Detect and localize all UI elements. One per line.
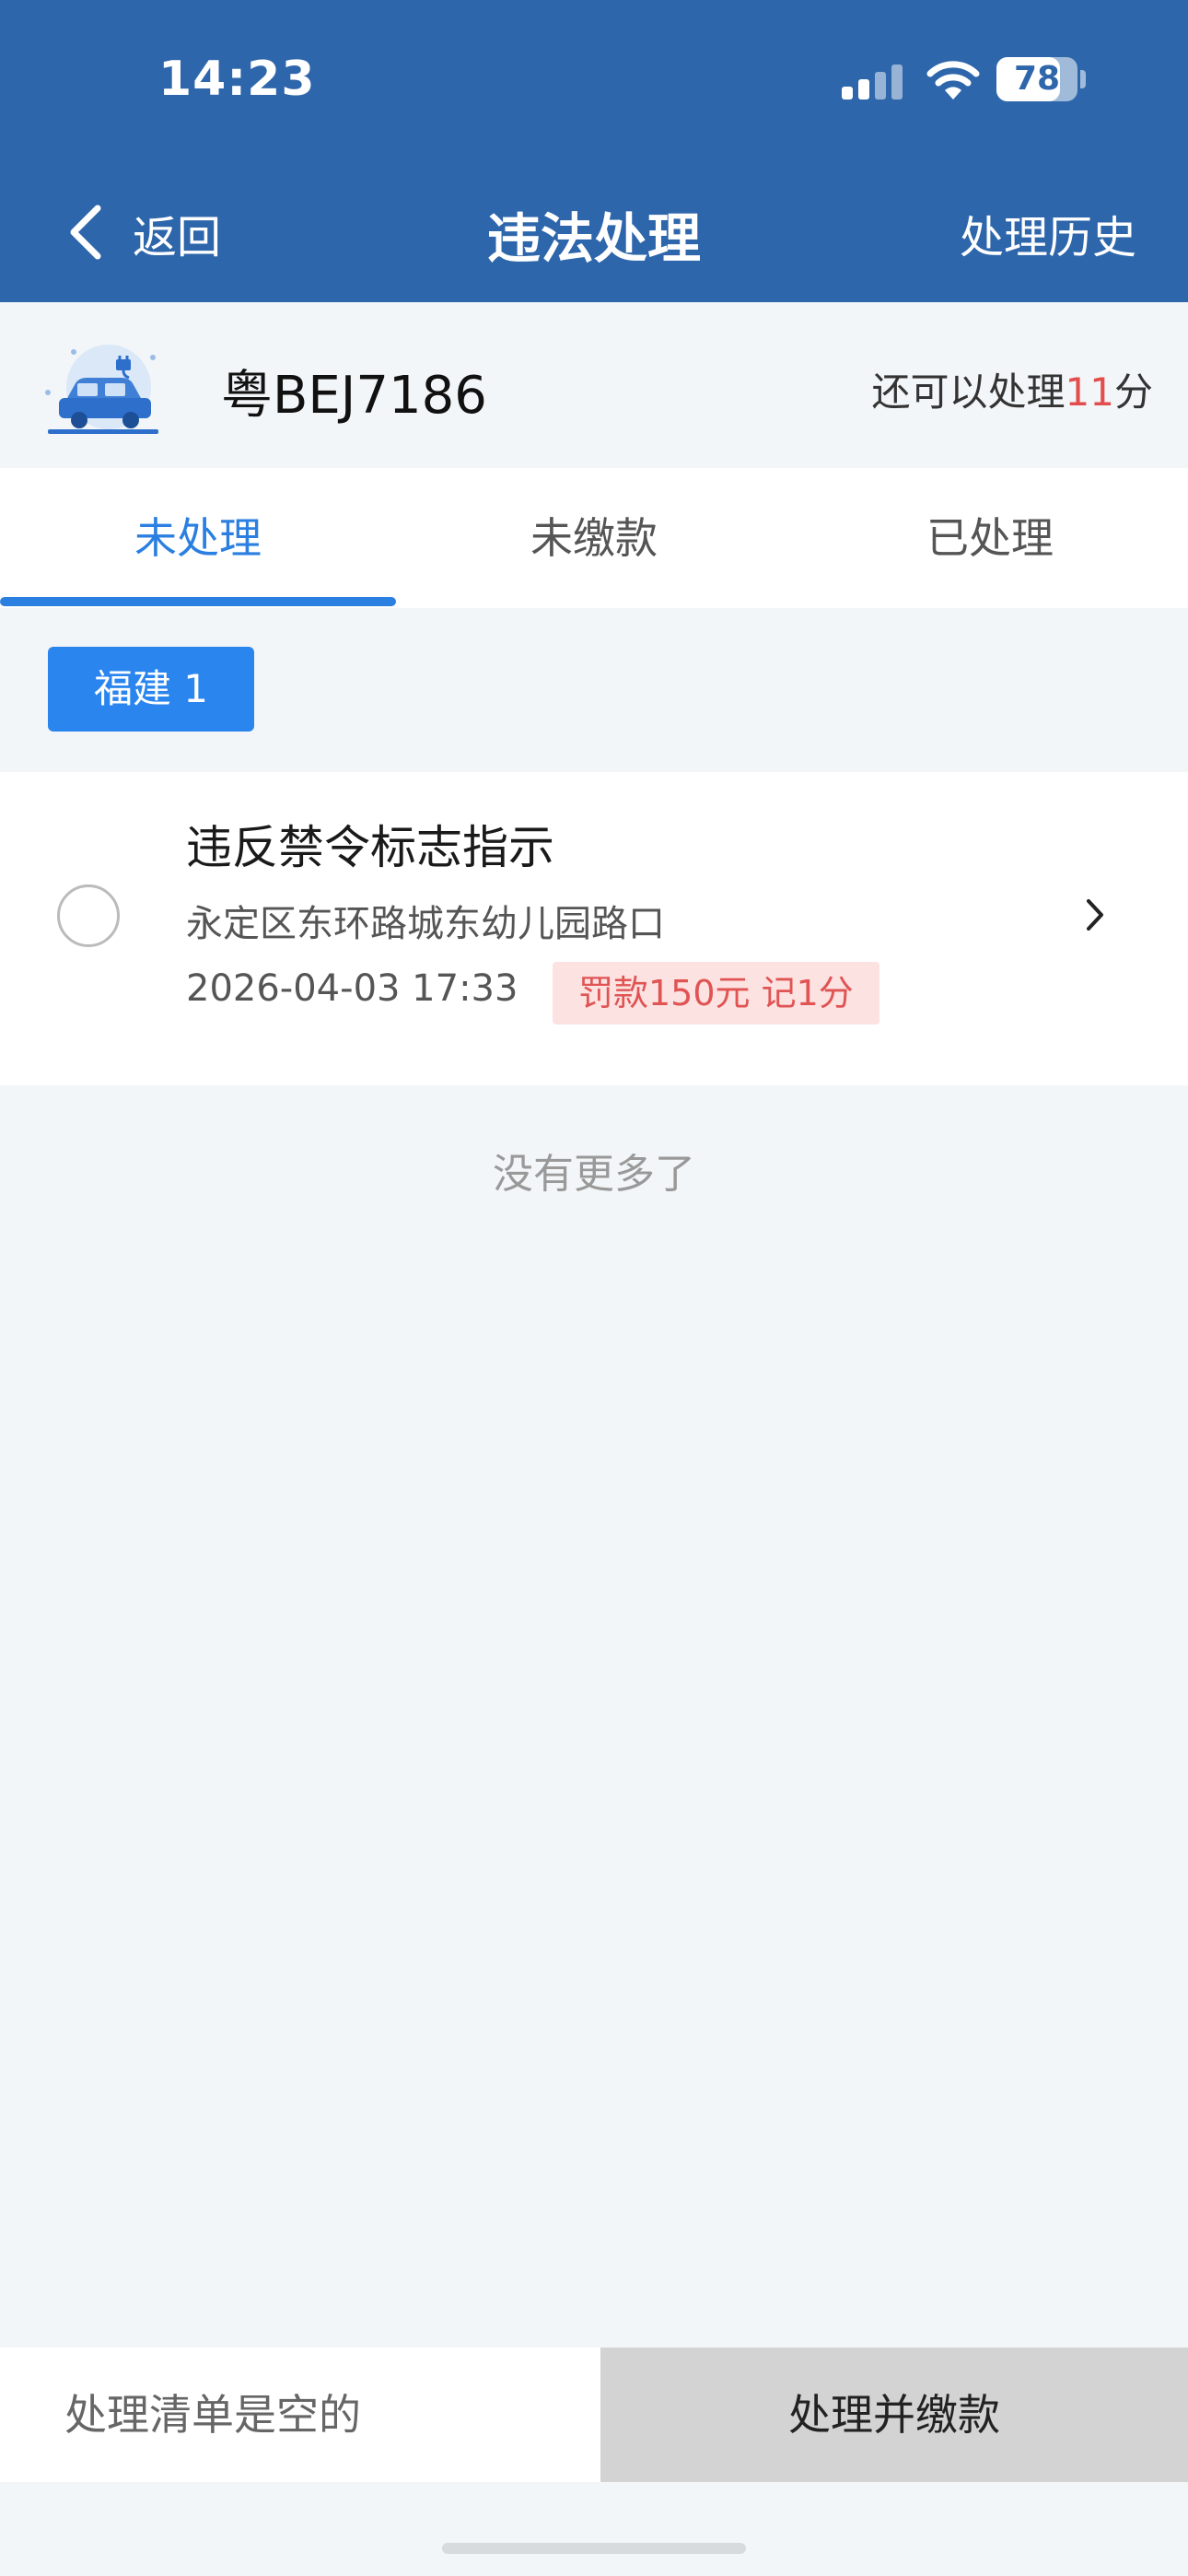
remaining-points: 还可以处理11分 (872, 361, 1153, 417)
active-tab-indicator (0, 597, 396, 606)
battery-cap (1080, 70, 1086, 88)
chevron-right-icon[interactable] (1081, 892, 1109, 938)
violation-handling-screen: 14:23 78 返回 违法处理 处理历史 粤BEJ7186 还可以处理11分 … (0, 0, 1188, 2576)
tab-processed[interactable]: 已处理 (792, 468, 1188, 608)
cart-status-text: 处理清单是空的 (0, 2348, 600, 2482)
tab-unprocessed[interactable]: 未处理 (0, 468, 396, 608)
electric-car-icon (45, 345, 158, 434)
home-indicator[interactable] (442, 2543, 746, 2554)
remaining-points-prefix: 还可以处理 (871, 369, 1066, 415)
violation-list-item[interactable]: 违反禁令标志指示 永定区东环路城东幼儿园路口 2026-04-03 17:33 … (0, 772, 1188, 1085)
region-filter-chip[interactable]: 福建 1 (48, 647, 254, 732)
violation-time: 2026-04-03 17:33 (186, 967, 518, 1010)
status-tabs: 未处理 未缴款 已处理 (0, 468, 1188, 608)
history-button[interactable]: 处理历史 (960, 201, 1136, 265)
violation-title: 违反禁令标志指示 (186, 821, 554, 874)
home-indicator-area (0, 2482, 1188, 2576)
penalty-badge: 罚款150元 记1分 (553, 962, 879, 1025)
tab-unpaid[interactable]: 未缴款 (396, 468, 792, 608)
wifi-icon (926, 61, 980, 100)
remaining-points-suffix: 分 (1113, 369, 1153, 415)
app-header: 14:23 78 返回 违法处理 处理历史 (0, 0, 1188, 302)
list-end-text: 没有更多了 (493, 1151, 695, 1198)
violation-location: 永定区东环路城东幼儿园路口 (186, 903, 665, 945)
battery-icon: 78 (996, 57, 1077, 101)
status-time: 14:23 (158, 52, 316, 107)
select-radio[interactable] (57, 884, 120, 947)
process-and-pay-button[interactable]: 处理并缴款 (600, 2348, 1188, 2482)
license-plate: 粤BEJ7186 (221, 366, 487, 426)
vehicle-info: 粤BEJ7186 还可以处理11分 (0, 302, 1188, 468)
bottom-action-bar: 处理清单是空的 处理并缴款 (0, 2348, 1188, 2482)
battery-level-text: 78 (1013, 60, 1061, 98)
remaining-points-value: 11 (1065, 369, 1114, 415)
signal-icon (842, 64, 903, 100)
